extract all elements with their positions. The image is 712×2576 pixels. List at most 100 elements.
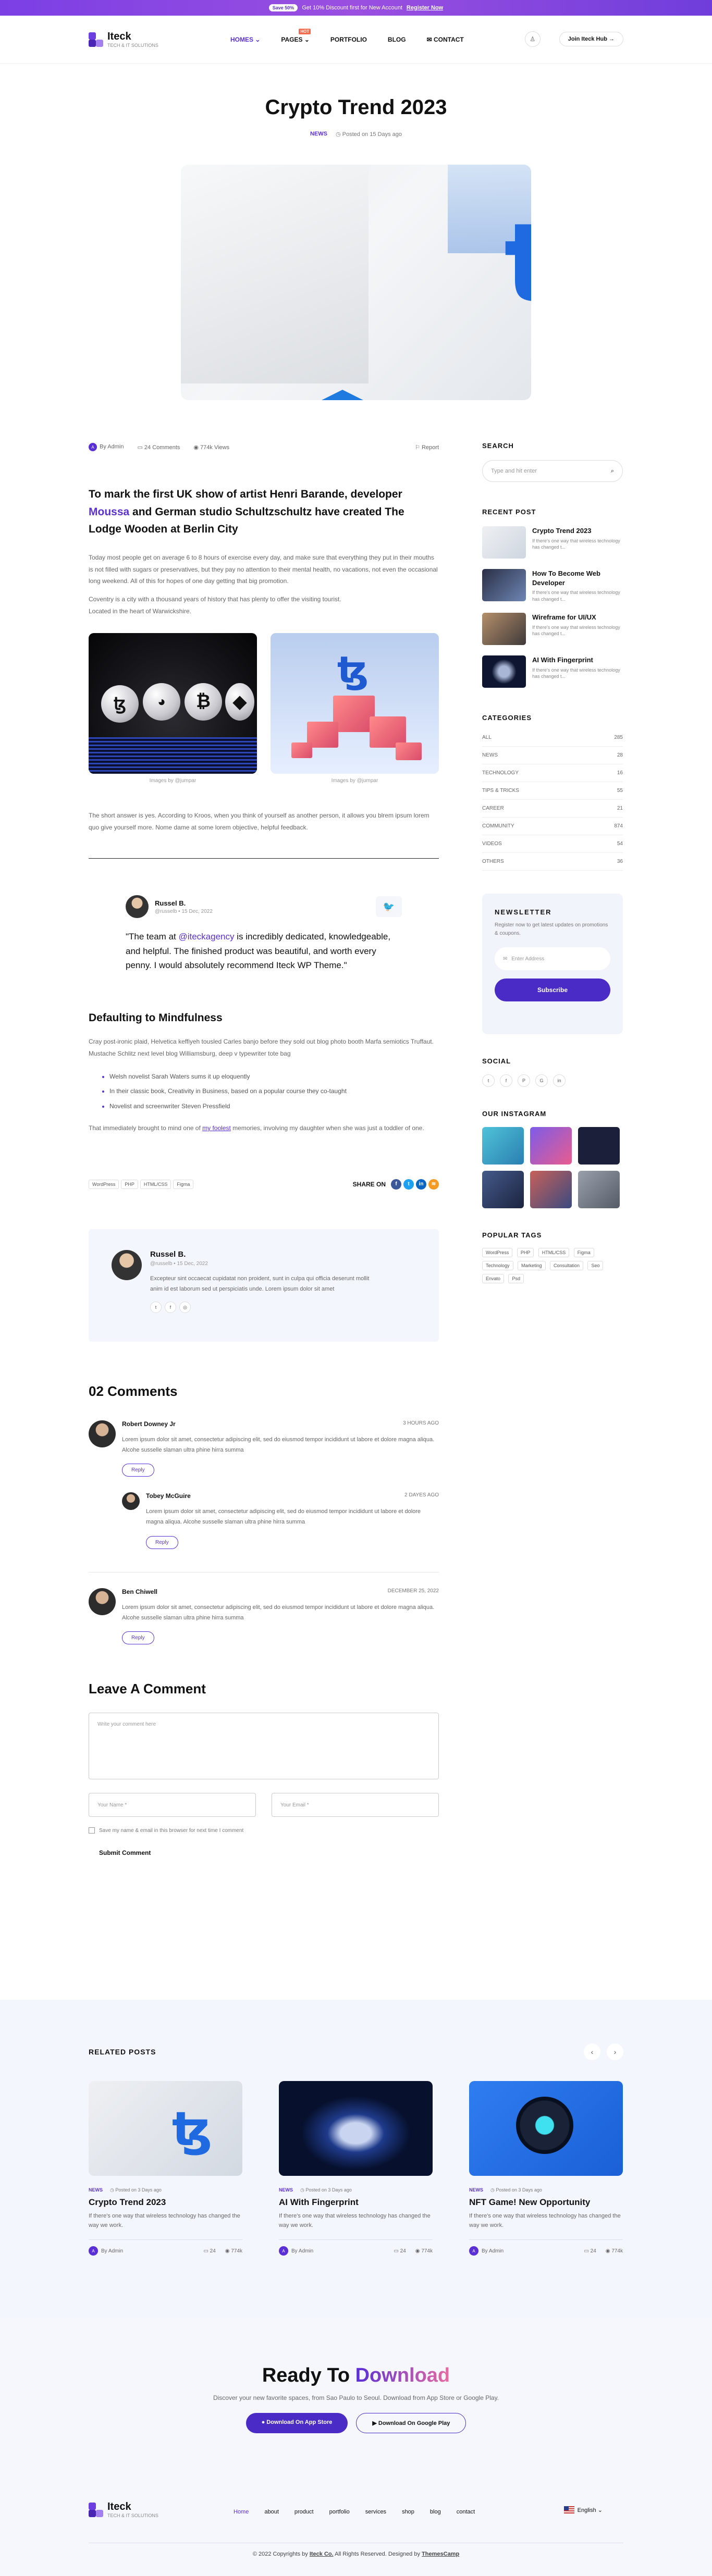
post-thumbnail <box>482 613 526 646</box>
divider <box>89 858 439 859</box>
list-item: Novelist and screenwriter Steven Pressfi… <box>109 1099 439 1114</box>
email-field[interactable]: Your Email * <box>272 1793 439 1817</box>
category-item[interactable]: OTHERS 36 <box>482 853 623 871</box>
chevron-right-icon[interactable]: › <box>607 2044 623 2060</box>
recent-post-item[interactable]: AI With Fingerprint If there's one way th… <box>482 655 623 688</box>
tag-wordpress[interactable]: WordPress <box>89 1179 119 1189</box>
google-play-button[interactable]: ▶ Download On Google Play <box>356 2413 467 2433</box>
footer-link[interactable]: product <box>294 2509 314 2515</box>
tag-item[interactable]: Marketing <box>518 1261 546 1271</box>
intro-paragraph: Today most people get on average 6 to 8 … <box>89 553 438 585</box>
tag-item[interactable]: Technology <box>482 1261 513 1271</box>
instagram-photo[interactable] <box>578 1171 620 1209</box>
nav-homes[interactable]: HOMES ⌄ <box>230 36 260 43</box>
nav-portfolio[interactable]: PORTFOLIO <box>330 36 367 43</box>
category-item[interactable]: CAREER 21 <box>482 800 623 818</box>
tag-item[interactable]: Consultation <box>549 1261 584 1271</box>
footer-link[interactable]: portfolio <box>329 2509 350 2515</box>
post-category[interactable]: NEWS <box>310 131 327 138</box>
language-select[interactable]: English ⌄ <box>563 2506 603 2513</box>
comment-text: Lorem ipsum dolor sit amet, consectetur … <box>122 1436 435 1453</box>
footer-link[interactable]: shop <box>402 2509 414 2515</box>
twitter-icon[interactable]: t <box>150 1302 162 1314</box>
instagram-photo[interactable] <box>530 1127 572 1165</box>
tag-php[interactable]: PHP <box>121 1179 138 1189</box>
footer-link[interactable]: Home <box>234 2509 249 2515</box>
logo[interactable]: Iteck TECH & IT SOLUTIONS <box>89 31 158 48</box>
chevron-left-icon[interactable]: ‹ <box>584 2044 600 2060</box>
tag-item[interactable]: WordPress <box>482 1248 513 1258</box>
twitter-icon[interactable]: 🐦 <box>376 896 402 918</box>
pinterest-icon[interactable]: P <box>518 1074 530 1087</box>
comment-textarea[interactable]: Write your comment here <box>89 1713 439 1780</box>
twitter-icon[interactable]: t <box>403 1179 414 1190</box>
tag-item[interactable]: Envato <box>482 1274 505 1284</box>
instagram-photo[interactable] <box>482 1127 524 1165</box>
related-card[interactable]: NEWS ◷ Posted on 3 Days ago NFT Game! New… <box>469 2081 623 2256</box>
nav-blog[interactable]: BLOG <box>388 36 406 43</box>
promo-pill: Save 50% <box>268 4 298 11</box>
twitter-icon[interactable]: t <box>482 1074 495 1087</box>
recent-post-item[interactable]: Crypto Trend 2023 If there's one way that… <box>482 526 623 559</box>
name-field[interactable]: Your Name * <box>89 1793 256 1817</box>
paragraph-2: Coventry is a city with a thousand years… <box>89 596 341 615</box>
instagram-photo[interactable] <box>578 1127 620 1165</box>
facebook-icon[interactable]: f <box>165 1302 176 1314</box>
footer-link[interactable]: contact <box>457 2509 475 2515</box>
category-item[interactable]: VIDEOS 54 <box>482 835 623 853</box>
category-item[interactable]: COMMUNITY 874 <box>482 818 623 836</box>
categories-list: ALL 285 NEWS 28 TECHNOLOGY 16 TIPS & TRICKS… <box>482 729 623 871</box>
footer-link[interactable]: about <box>264 2509 279 2515</box>
recent-post-item[interactable]: Wireframe for UI/UX If there's one way th… <box>482 613 623 646</box>
tag-item[interactable]: Figma <box>573 1248 594 1258</box>
tag-item[interactable]: Seo <box>587 1261 604 1271</box>
join-button[interactable]: Join Iteck Hub → <box>559 32 623 46</box>
tag-item[interactable]: Psd <box>508 1274 524 1284</box>
subscribe-button[interactable]: Subscribe <box>495 979 610 1002</box>
google-icon[interactable]: G <box>535 1074 548 1087</box>
tag-figma[interactable]: Figma <box>173 1179 194 1189</box>
author-avatar: A <box>469 2246 478 2256</box>
newsletter-email-input[interactable]: ✉ Enter Address <box>495 947 610 971</box>
category-item[interactable]: TIPS & TRICKS 55 <box>482 782 623 800</box>
instagram-photo[interactable] <box>530 1171 572 1209</box>
footer-link[interactable]: blog <box>430 2509 441 2515</box>
register-link[interactable]: Register Now <box>407 5 443 11</box>
globe-icon[interactable]: ◎ <box>179 1302 191 1314</box>
nav-contact[interactable]: ✉ CONTACT <box>427 36 464 43</box>
related-card[interactable]: ꜩ NEWS ◷ Posted on 3 Days ago Crypto Tren… <box>89 2081 242 2256</box>
facebook-icon[interactable]: f <box>500 1074 512 1087</box>
tag-item[interactable]: PHP <box>517 1248 534 1258</box>
category-item[interactable]: ALL 285 <box>482 729 623 747</box>
recent-post-item[interactable]: How To Become Web Developer If there's on… <box>482 569 623 602</box>
rss-icon[interactable]: ≋ <box>428 1179 439 1190</box>
linkedin-icon[interactable]: in <box>416 1179 426 1190</box>
linkedin-icon[interactable]: in <box>553 1074 566 1087</box>
save-info-checkbox[interactable]: Save my name & email in this browser for… <box>89 1827 439 1834</box>
app-store-button[interactable]: ● Download On App Store <box>245 2413 348 2433</box>
category-item[interactable]: TECHNOLOGY 16 <box>482 764 623 783</box>
post-author[interactable]: A By Admin <box>89 443 124 451</box>
logo-tagline: TECH & IT SOLUTIONS <box>107 43 158 48</box>
facebook-icon[interactable]: f <box>391 1179 401 1190</box>
tag-item[interactable]: HTML/CSS <box>538 1248 570 1258</box>
search-input[interactable]: Type and hit enter ⌕ <box>482 460 623 482</box>
report-link[interactable]: ⚐ Report <box>415 444 439 451</box>
comments-count[interactable]: ▭ 24 Comments <box>137 444 180 451</box>
footer-logo[interactable]: Iteck TECH & IT SOLUTIONS <box>89 2501 158 2518</box>
nav-pages[interactable]: PAGES ⌄ HOT <box>281 29 311 43</box>
reply-button[interactable]: Reply <box>122 1631 154 1645</box>
section-heading: Defaulting to Mindfulness <box>89 1011 223 1024</box>
reply-button[interactable]: Reply <box>122 1464 154 1477</box>
tezos-logo-icon: ꜩ <box>504 209 531 318</box>
category-item[interactable]: NEWS 28 <box>482 747 623 765</box>
reply-button[interactable]: Reply <box>146 1535 178 1549</box>
related-card[interactable]: NEWS ◷ Posted on 3 Days ago AI With Finge… <box>279 2081 433 2256</box>
search-icon[interactable]: ⌕ <box>611 468 614 475</box>
user-icon[interactable]: ♙ <box>524 31 541 47</box>
instagram-photo[interactable] <box>482 1171 524 1209</box>
tag-htmlcss[interactable]: HTML/CSS <box>140 1179 171 1189</box>
submit-comment-button[interactable]: Submit Comment <box>89 1844 161 1862</box>
author-box: Russel B. @russelb • 15 Dec, 2022 Except… <box>89 1229 439 1342</box>
footer-link[interactable]: services <box>365 2509 386 2515</box>
